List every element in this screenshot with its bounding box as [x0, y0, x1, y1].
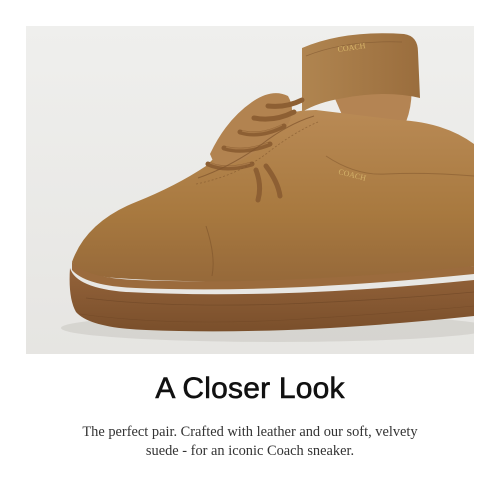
product-description: The perfect pair. Crafted with leather a…: [40, 423, 460, 461]
section-heading: A Closer Look: [155, 372, 345, 406]
description-line-1: The perfect pair. Crafted with leather a…: [82, 424, 418, 440]
sneaker-illustration: COACH COACH: [26, 26, 474, 354]
description-line-2: suede - for an iconic Coach sneaker.: [145, 443, 355, 459]
sneaker-product-photo: COACH COACH: [26, 26, 474, 354]
product-feature-panel: COACH COACH A Closer Look The perfect pa…: [0, 0, 500, 500]
